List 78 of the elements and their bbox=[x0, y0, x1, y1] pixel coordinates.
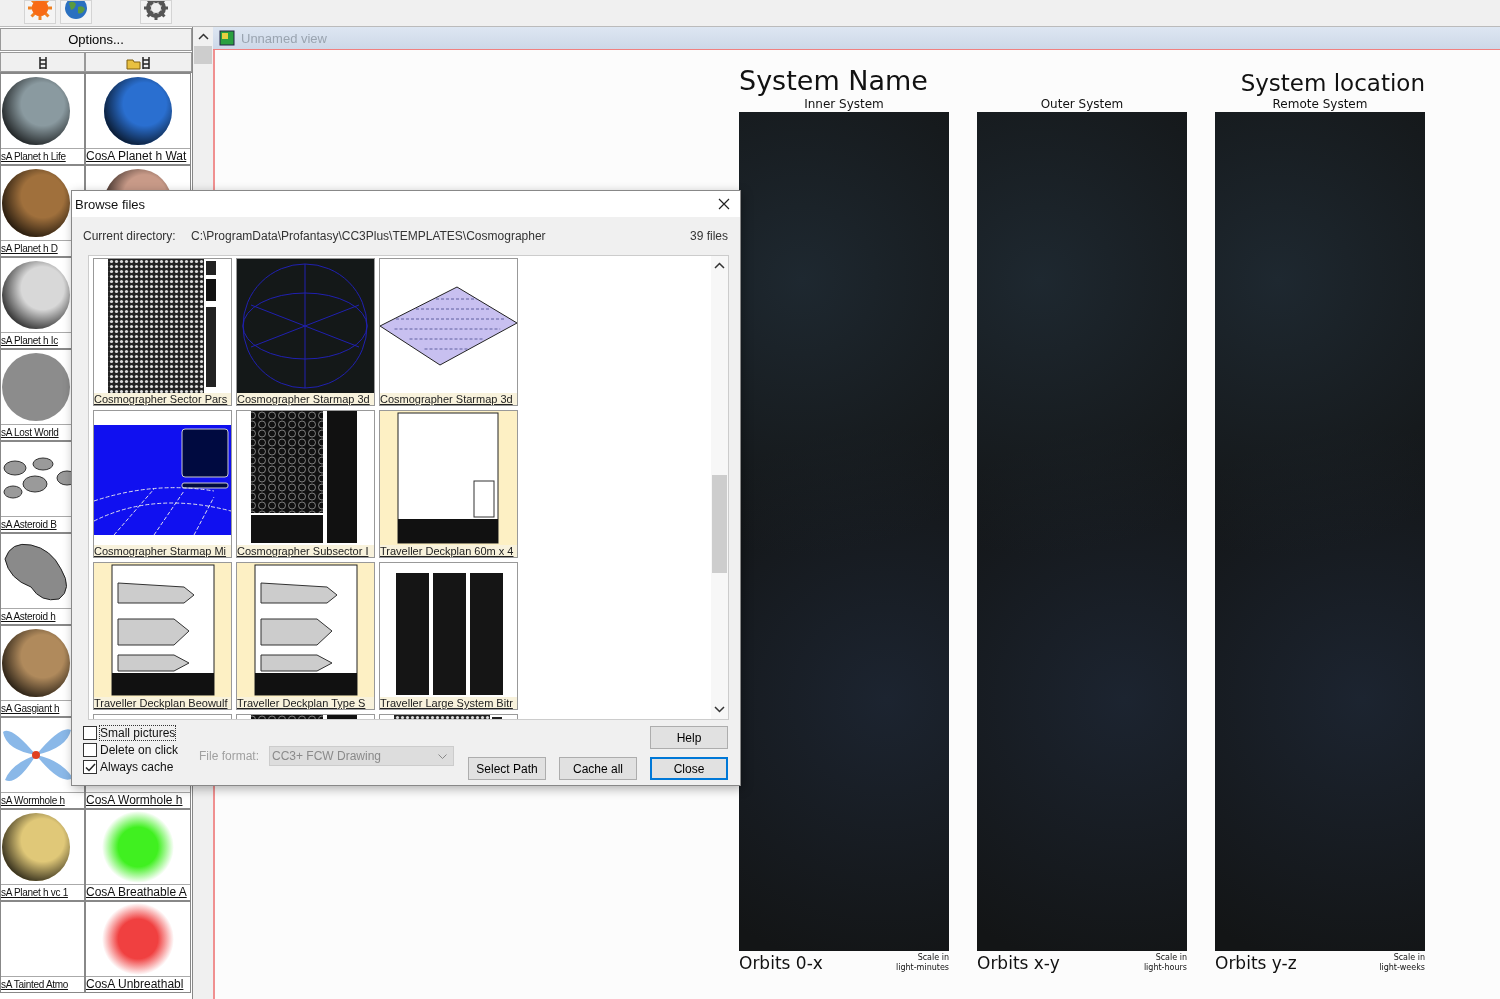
close-icon bbox=[718, 198, 730, 210]
view-title: Unnamed view bbox=[241, 30, 327, 46]
checkbox[interactable] bbox=[83, 726, 97, 740]
toolbar-button[interactable] bbox=[140, 0, 172, 24]
panel-heading: Remote System bbox=[1272, 97, 1368, 111]
checkbox-label: Small pictures bbox=[100, 726, 176, 740]
file-tile[interactable]: Cosmographer Subsector I bbox=[236, 410, 375, 558]
tool-button[interactable] bbox=[85, 52, 192, 72]
dialog-title: Browse files bbox=[75, 196, 146, 212]
symbol-label[interactable]: sA Asteroid h bbox=[1, 611, 56, 622]
globe-icon bbox=[63, 1, 89, 21]
sun-icon bbox=[27, 1, 53, 21]
file-tile[interactable]: Traveller Deckplan Beowulf bbox=[93, 562, 232, 710]
symbol-label[interactable]: sA Planet h Ic bbox=[1, 335, 58, 346]
file-label: Cosmographer Starmap Mi bbox=[94, 545, 231, 557]
file-label: Cosmographer Starmap 3d bbox=[380, 393, 517, 405]
file-format-label: File format: bbox=[199, 749, 259, 763]
file-tile[interactable]: Traveller Deckplan Type S bbox=[236, 562, 375, 710]
dialog-button[interactable]: Cache all bbox=[559, 757, 637, 780]
symbol-label[interactable]: sA Gasgiant h bbox=[1, 703, 60, 714]
file-label: Traveller Large System Bitr bbox=[380, 697, 517, 709]
scale-note: Scale in light-weeks bbox=[1379, 953, 1425, 973]
file-tile[interactable]: Cosmographer Starmap 3d bbox=[379, 258, 518, 406]
caret-icon bbox=[438, 753, 447, 759]
file-tile[interactable]: Cosmographer Starmap 3d bbox=[236, 258, 375, 406]
orbits-caption: Orbits x-y bbox=[977, 953, 1060, 973]
file-tile[interactable]: Traveller Deckplan 60m x 4 bbox=[379, 410, 518, 558]
file-label: Cosmographer Starmap 3d bbox=[237, 393, 374, 405]
symbol-label[interactable]: sA Lost World bbox=[1, 427, 59, 438]
symbol-label[interactable]: sA Wormhole h bbox=[1, 795, 65, 806]
checkbox-label: Always cache bbox=[100, 760, 174, 774]
scroll-up-icon bbox=[714, 262, 725, 269]
symbol-label[interactable]: sA Planet h vc 1 bbox=[1, 887, 68, 898]
ladder-icon bbox=[37, 54, 48, 70]
orbits-caption: Orbits 0-x bbox=[739, 953, 823, 973]
scale-note: Scale in light-minutes bbox=[896, 953, 949, 973]
options-button[interactable]: Options... bbox=[0, 28, 192, 51]
symbol-label[interactable]: sA Planet h Life bbox=[1, 151, 66, 162]
file-count: 39 files bbox=[689, 229, 728, 243]
help-button[interactable]: Help bbox=[650, 726, 728, 749]
file-tile[interactable]: Traveller Large System Bitr bbox=[379, 562, 518, 710]
view-icon bbox=[219, 30, 235, 46]
symbol-label[interactable]: CosA Breathable A bbox=[86, 885, 187, 899]
symbol-label[interactable]: sA Asteroid B bbox=[1, 519, 57, 530]
symbol-label[interactable]: sA Planet h D bbox=[1, 243, 58, 254]
scroll-down-icon bbox=[714, 706, 725, 713]
panel-heading: Outer System bbox=[1040, 97, 1124, 111]
orbits-caption: Orbits y-z bbox=[1215, 953, 1297, 973]
file-label: Cosmographer Subsector I bbox=[237, 545, 374, 557]
symbol-label[interactable]: sA Tainted Atmo bbox=[1, 979, 69, 990]
settings-icon bbox=[143, 1, 169, 21]
dialog-button[interactable]: Select Path bbox=[468, 757, 546, 780]
file-label: Cosmographer Sector Pars bbox=[94, 393, 231, 405]
scroll-up-icon bbox=[197, 33, 209, 40]
checkbox[interactable] bbox=[83, 743, 97, 757]
symbol-label[interactable]: CosA Unbreathabl bbox=[86, 977, 184, 991]
file-tile[interactable]: Cosmographer Starmap Mi bbox=[93, 410, 232, 558]
checkbox-label: Delete on click bbox=[100, 743, 179, 757]
folder-ladder-icon bbox=[126, 54, 151, 70]
checkbox[interactable] bbox=[83, 760, 97, 774]
symbol-label[interactable]: CosA Wormhole h bbox=[86, 793, 183, 807]
tool-button[interactable] bbox=[0, 52, 85, 72]
panel-heading: Inner System bbox=[804, 97, 884, 111]
scrollbar-thumb[interactable] bbox=[712, 475, 727, 573]
system-name: System Name bbox=[739, 66, 928, 96]
scale-note: Scale in light-hours bbox=[1143, 953, 1187, 973]
file-tile[interactable]: Cosmographer Sector Pars bbox=[93, 258, 232, 406]
file-label: Traveller Deckplan Beowulf bbox=[94, 697, 231, 709]
symbol-label[interactable]: CosA Planet h Wat bbox=[86, 149, 187, 163]
system-location: System location bbox=[1240, 70, 1425, 96]
file-label: Traveller Deckplan Type S bbox=[237, 697, 374, 709]
scrollbar-thumb[interactable] bbox=[194, 46, 212, 64]
directory-label: Current directory: bbox=[83, 229, 177, 243]
file-label: Traveller Deckplan 60m x 4 bbox=[380, 545, 517, 557]
check-icon bbox=[84, 762, 96, 772]
directory-path: C:\ProgramData\Profantasy\CC3Plus\TEMPLATES\Cosmographer bbox=[191, 229, 547, 243]
toolbar-button[interactable] bbox=[60, 0, 92, 24]
dialog-button[interactable]: Close bbox=[650, 757, 728, 780]
